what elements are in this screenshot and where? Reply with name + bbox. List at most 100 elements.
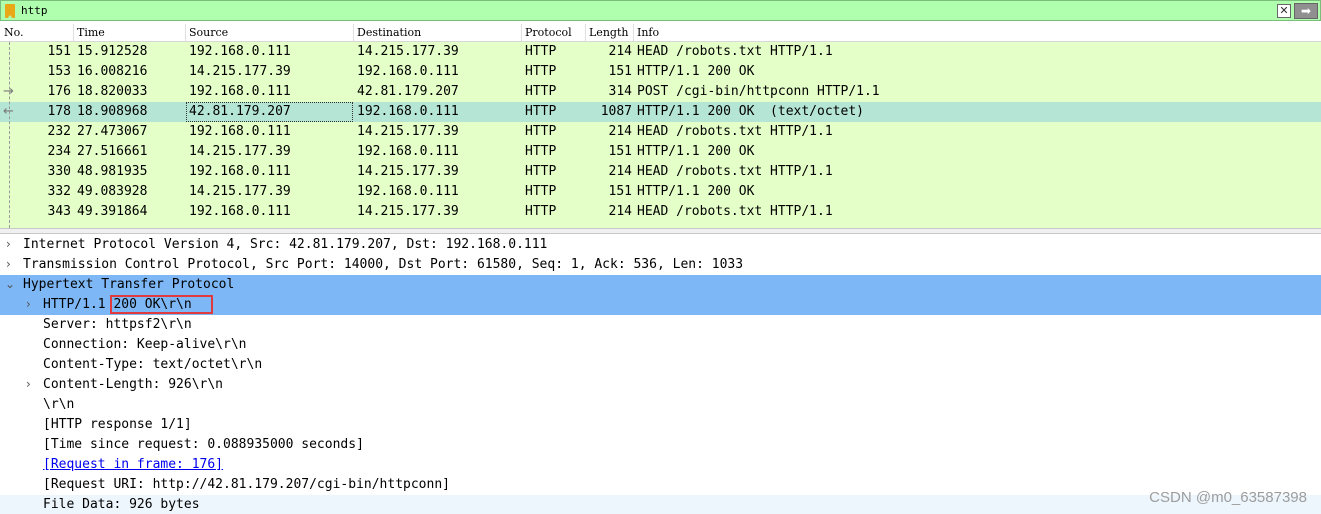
packet-time: 27.473067 xyxy=(77,124,148,139)
tree-item-server[interactable]: Server: httpsf2\r\n xyxy=(0,315,1321,335)
packet-row[interactable]: 234 27.516661 14.215.177.39 192.168.0.11… xyxy=(0,142,1321,162)
packet-time: 16.008216 xyxy=(77,64,148,79)
request-arrow-icon: → xyxy=(3,84,14,99)
packet-row[interactable]: 151 15.912528 192.168.0.111 14.215.177.3… xyxy=(0,42,1321,62)
packet-destination: 192.168.0.111 xyxy=(357,64,459,79)
bookmark-icon[interactable] xyxy=(5,3,15,19)
tree-item-label: Server: httpsf2\r\n xyxy=(43,317,192,332)
filter-input[interactable]: http xyxy=(21,4,1277,17)
column-header-length[interactable]: Length xyxy=(589,26,628,39)
tree-item-label: File Data: 926 bytes xyxy=(43,497,200,512)
packet-length: 214 xyxy=(608,204,632,219)
packet-source: 192.168.0.111 xyxy=(189,164,291,179)
chevron-right-icon[interactable]: › xyxy=(26,377,31,391)
tree-item-label: [Request URI: http://42.81.179.207/cgi-b… xyxy=(43,477,450,492)
packet-info: HEAD /robots.txt HTTP/1.1 xyxy=(637,44,833,59)
packet-destination: 14.215.177.39 xyxy=(357,44,459,59)
packet-row[interactable]: 332 49.083928 14.215.177.39 192.168.0.11… xyxy=(0,182,1321,202)
column-divider[interactable] xyxy=(521,24,522,41)
tree-item-content-type[interactable]: Content-Type: text/octet\r\n xyxy=(0,355,1321,375)
packet-destination: 14.215.177.39 xyxy=(357,164,459,179)
tree-item-request-frame[interactable]: [Request in frame: 176] xyxy=(0,455,1321,475)
chevron-right-icon[interactable]: › xyxy=(6,237,11,251)
tree-item-file-data[interactable]: File Data: 926 bytes xyxy=(0,495,1321,514)
packet-details-tree[interactable]: › Internet Protocol Version 4, Src: 42.8… xyxy=(0,235,1321,514)
packet-destination: 192.168.0.111 xyxy=(357,144,459,159)
packet-length: 151 xyxy=(608,144,632,159)
column-divider[interactable] xyxy=(585,24,586,41)
packet-protocol: HTTP xyxy=(525,144,557,159)
tree-item-http[interactable]: ⌄ Hypertext Transfer Protocol xyxy=(0,275,1321,295)
packet-row[interactable]: 343 49.391864 192.168.0.111 14.215.177.3… xyxy=(0,202,1321,222)
packet-time: 49.083928 xyxy=(77,184,148,199)
packet-source: 14.215.177.39 xyxy=(189,64,291,79)
packet-row-selected[interactable]: 178 18.908968 42.81.179.207 192.168.0.11… xyxy=(0,102,1321,122)
tree-item-content-length[interactable]: › Content-Length: 926\r\n xyxy=(0,375,1321,395)
packet-info: HEAD /robots.txt HTTP/1.1 xyxy=(637,204,833,219)
packet-no: 176 xyxy=(47,84,71,99)
packet-info: HEAD /robots.txt HTTP/1.1 xyxy=(637,124,833,139)
packet-length: 151 xyxy=(608,64,632,79)
tree-item-label: [HTTP response 1/1] xyxy=(43,417,192,432)
packet-time: 18.820033 xyxy=(77,84,148,99)
packet-length: 214 xyxy=(608,124,632,139)
packet-protocol: HTTP xyxy=(525,204,557,219)
column-header-info[interactable]: Info xyxy=(637,26,659,39)
tree-item-label: Content-Length: 926\r\n xyxy=(43,377,224,392)
packet-info: HEAD /robots.txt HTTP/1.1 xyxy=(637,164,833,179)
packet-info: POST /cgi-bin/httpconn HTTP/1.1 xyxy=(637,84,880,99)
column-divider[interactable] xyxy=(185,24,186,41)
packet-time: 48.981935 xyxy=(77,164,148,179)
packet-source: 192.168.0.111 xyxy=(189,44,291,59)
packet-row[interactable]: 153 16.008216 14.215.177.39 192.168.0.11… xyxy=(0,62,1321,82)
packet-length: 151 xyxy=(608,184,632,199)
tree-item-label: Internet Protocol Version 4, Src: 42.81.… xyxy=(23,237,548,252)
packet-destination: 14.215.177.39 xyxy=(357,124,459,139)
request-frame-link[interactable]: [Request in frame: 176] xyxy=(43,457,223,472)
tree-item-connection[interactable]: Connection: Keep-alive\r\n xyxy=(0,335,1321,355)
display-filter-bar[interactable]: http ✕ ➡ xyxy=(0,0,1321,21)
packet-no: 332 xyxy=(47,184,71,199)
pane-splitter[interactable] xyxy=(0,228,1321,234)
tree-item-ip[interactable]: › Internet Protocol Version 4, Src: 42.8… xyxy=(0,235,1321,255)
tree-item-request-uri[interactable]: [Request URI: http://42.81.179.207/cgi-b… xyxy=(0,475,1321,495)
packet-protocol: HTTP xyxy=(525,164,557,179)
packet-row[interactable]: 176 18.820033 192.168.0.111 42.81.179.20… xyxy=(0,82,1321,102)
packet-list[interactable]: 151 15.912528 192.168.0.111 14.215.177.3… xyxy=(0,42,1321,228)
chevron-down-icon[interactable]: ⌄ xyxy=(5,277,15,291)
tree-item-status-line[interactable]: › HTTP/1.1 200 OK\r\n xyxy=(0,295,1321,315)
packet-length: 1087 xyxy=(600,104,632,119)
related-packets-line xyxy=(9,42,10,228)
packet-destination: 192.168.0.111 xyxy=(357,104,459,119)
packet-protocol: HTTP xyxy=(525,124,557,139)
packet-info: HTTP/1.1 200 OK xyxy=(637,144,755,159)
column-header-time[interactable]: Time xyxy=(77,26,105,39)
chevron-right-icon[interactable]: › xyxy=(6,257,11,271)
tree-item-response[interactable]: [HTTP response 1/1] xyxy=(0,415,1321,435)
column-divider[interactable] xyxy=(73,24,74,41)
column-divider[interactable] xyxy=(353,24,354,41)
packet-protocol: HTTP xyxy=(525,184,557,199)
column-divider[interactable] xyxy=(633,24,634,41)
packet-protocol: HTTP xyxy=(525,104,557,119)
clear-icon[interactable]: ✕ xyxy=(1277,3,1291,18)
column-header-protocol[interactable]: Protocol xyxy=(525,26,572,39)
column-header-destination[interactable]: Destination xyxy=(357,26,421,39)
packet-time: 49.391864 xyxy=(77,204,148,219)
tree-item-crlf[interactable]: \r\n xyxy=(0,395,1321,415)
packet-info: HTTP/1.1 200 OK (text/octet) xyxy=(637,104,864,119)
tree-item-tcp[interactable]: › Transmission Control Protocol, Src Por… xyxy=(0,255,1321,275)
packet-row[interactable]: 232 27.473067 192.168.0.111 14.215.177.3… xyxy=(0,122,1321,142)
tree-item-label: [Time since request: 0.088935000 seconds… xyxy=(43,437,364,452)
tree-item-time-since[interactable]: [Time since request: 0.088935000 seconds… xyxy=(0,435,1321,455)
packet-row[interactable]: 330 48.981935 192.168.0.111 14.215.177.3… xyxy=(0,162,1321,182)
tree-item-label: Hypertext Transfer Protocol xyxy=(23,277,235,292)
packet-no: 330 xyxy=(47,164,71,179)
arrow-right-icon[interactable]: ➡ xyxy=(1294,2,1318,19)
column-header-source[interactable]: Source xyxy=(189,26,228,39)
packet-time: 18.908968 xyxy=(77,104,148,119)
packet-destination: 14.215.177.39 xyxy=(357,204,459,219)
column-header-no[interactable]: No. xyxy=(4,26,24,39)
chevron-right-icon[interactable]: › xyxy=(26,297,31,311)
packet-source: 192.168.0.111 xyxy=(189,204,291,219)
